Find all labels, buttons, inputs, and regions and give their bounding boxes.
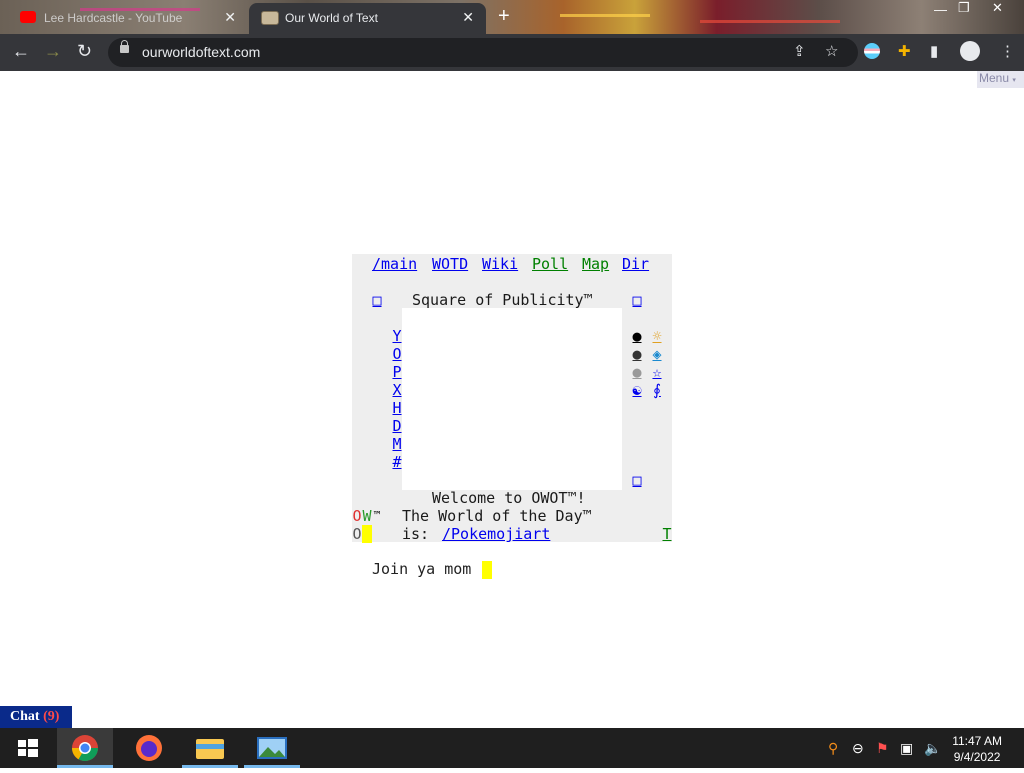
nav-link-wiki[interactable]: Wiki: [482, 255, 518, 273]
sop-box-left-icon[interactable]: □: [372, 291, 382, 309]
side-link-d[interactable]: D: [392, 417, 402, 435]
clock-time: 11:47 AM: [952, 734, 1002, 748]
windows-taskbar: ⚲ ⊖ ⚑ ▣ 🔈 11:47 AM 9/4/2022: [0, 728, 1024, 768]
chat-unread-count: (9): [43, 709, 60, 724]
volume-tray-icon[interactable]: 🔈: [924, 740, 941, 757]
owot-logo-tm: ™: [373, 509, 381, 522]
welcome-text: Welcome to OWOT™!: [432, 489, 586, 507]
tab-our-world-of-text[interactable]: Our World of Text ✕: [249, 3, 486, 34]
address-url[interactable]: ourworldoftext.com: [142, 44, 260, 60]
address-bar[interactable]: ourworldoftext.com: [108, 38, 858, 67]
black-circle-icon[interactable]: ●: [632, 327, 642, 345]
diamond-icon[interactable]: ◈: [652, 345, 662, 363]
contour-integral-icon[interactable]: ∮: [652, 381, 662, 399]
more-menu-icon[interactable]: ⋮: [1000, 42, 1015, 60]
world-typed-text[interactable]: Join ya mom: [372, 560, 471, 578]
nav-link-map[interactable]: Map: [582, 255, 609, 273]
wotd-is-label: is:: [402, 525, 430, 543]
photos-icon: [257, 737, 287, 759]
search-tray-icon[interactable]: ⚲: [828, 740, 838, 757]
nav-link-dir[interactable]: Dir: [622, 255, 649, 273]
lock-icon: [120, 40, 129, 53]
taskbar-chrome[interactable]: [57, 728, 113, 768]
side-link-o[interactable]: O: [392, 345, 402, 363]
sop-box-right-icon[interactable]: □: [632, 291, 642, 309]
youtube-icon: [20, 11, 36, 23]
clock-date: 9/4/2022: [953, 750, 1001, 764]
owot-icon: [261, 11, 279, 25]
sop-box-bottom-icon[interactable]: □: [632, 471, 642, 489]
bookmark-star-icon[interactable]: ☆: [825, 42, 838, 60]
yin-yang-icon[interactable]: ☯: [632, 381, 642, 399]
reload-icon[interactable]: ↻: [77, 41, 92, 62]
side-link-y[interactable]: Y: [392, 327, 402, 345]
menu-label: Menu: [979, 71, 1010, 85]
network-tray-icon[interactable]: ▣: [900, 740, 913, 757]
share-icon[interactable]: ⇪: [793, 42, 806, 60]
wotd-link[interactable]: /Pokemojiart: [442, 525, 550, 543]
owot-logo-o: O: [352, 507, 362, 525]
side-link-x[interactable]: X: [392, 381, 402, 399]
chrome-icon: [71, 735, 99, 762]
square-of-publicity-area: [402, 308, 622, 490]
side-link-h[interactable]: H: [392, 399, 402, 417]
menu-button[interactable]: Menu ▾: [977, 71, 1024, 88]
side-link-hash[interactable]: #: [392, 453, 402, 471]
close-icon[interactable]: ✕: [224, 9, 236, 26]
side-panel-icon[interactable]: ▮: [930, 42, 938, 60]
sop-title: Square of Publicity™: [412, 291, 593, 309]
wallpaper-streak: [700, 20, 840, 23]
restore-icon[interactable]: ❐: [958, 0, 970, 16]
back-icon[interactable]: ←: [12, 41, 30, 62]
forward-icon[interactable]: →: [44, 41, 62, 62]
new-tab-button[interactable]: +: [498, 5, 510, 28]
wallpaper-streak: [560, 14, 650, 17]
side-link-m[interactable]: M: [392, 435, 402, 453]
browser-toolbar: ← → ↻ ourworldoftext.com ⇪ ☆ ✚ ▮ ⋮: [0, 34, 1024, 71]
windows-start-button[interactable]: [0, 728, 56, 768]
chat-button[interactable]: Chat (9): [0, 706, 72, 728]
minimize-icon[interactable]: —: [934, 2, 947, 17]
close-window-icon[interactable]: ✕: [992, 0, 1003, 16]
yellow-cell: [362, 525, 372, 543]
system-clock[interactable]: 11:47 AM 9/4/2022: [952, 733, 1002, 765]
tab-youtube[interactable]: Lee Hardcastle - YouTube ✕: [8, 3, 248, 34]
side-link-p[interactable]: P: [392, 363, 402, 381]
extension-flag-icon[interactable]: [864, 43, 880, 59]
firefox-icon: [136, 735, 162, 761]
nav-link-poll[interactable]: Poll: [532, 255, 568, 273]
minus-circle-tray-icon[interactable]: ⊖: [852, 740, 864, 757]
chevron-down-icon: ▾: [1012, 77, 1016, 84]
browser-tab-strip: Lee Hardcastle - YouTube ✕ Our World of …: [0, 0, 1024, 34]
sun-icon[interactable]: ☼: [652, 327, 662, 345]
tab-title: Lee Hardcastle - YouTube: [44, 11, 183, 25]
wotd-heading: The World of the Day™: [402, 507, 592, 525]
tab-title: Our World of Text: [285, 11, 378, 25]
owot-logo-o-gray: O: [352, 525, 362, 543]
extensions-puzzle-icon[interactable]: ✚: [898, 42, 911, 60]
taskbar-file-explorer[interactable]: [182, 728, 238, 768]
dark-circle-icon[interactable]: ●: [632, 345, 642, 363]
right-link-t[interactable]: T: [662, 525, 672, 543]
text-cursor: [482, 561, 492, 579]
star-icon[interactable]: ☆: [652, 363, 662, 381]
nav-link-main[interactable]: /main: [372, 255, 417, 273]
profile-avatar-icon[interactable]: [960, 41, 980, 61]
taskbar-photos[interactable]: [244, 728, 300, 768]
gray-circle-icon[interactable]: ●: [632, 363, 642, 381]
chat-label: Chat: [10, 709, 40, 724]
taskbar-firefox[interactable]: [121, 728, 177, 768]
close-icon[interactable]: ✕: [462, 9, 474, 26]
nav-link-wotd[interactable]: WOTD: [432, 255, 468, 273]
file-explorer-icon: [196, 739, 224, 759]
owot-logo-w: W: [362, 507, 372, 525]
windows-start-icon: [18, 739, 38, 757]
flag-tray-icon[interactable]: ⚑: [876, 740, 889, 757]
